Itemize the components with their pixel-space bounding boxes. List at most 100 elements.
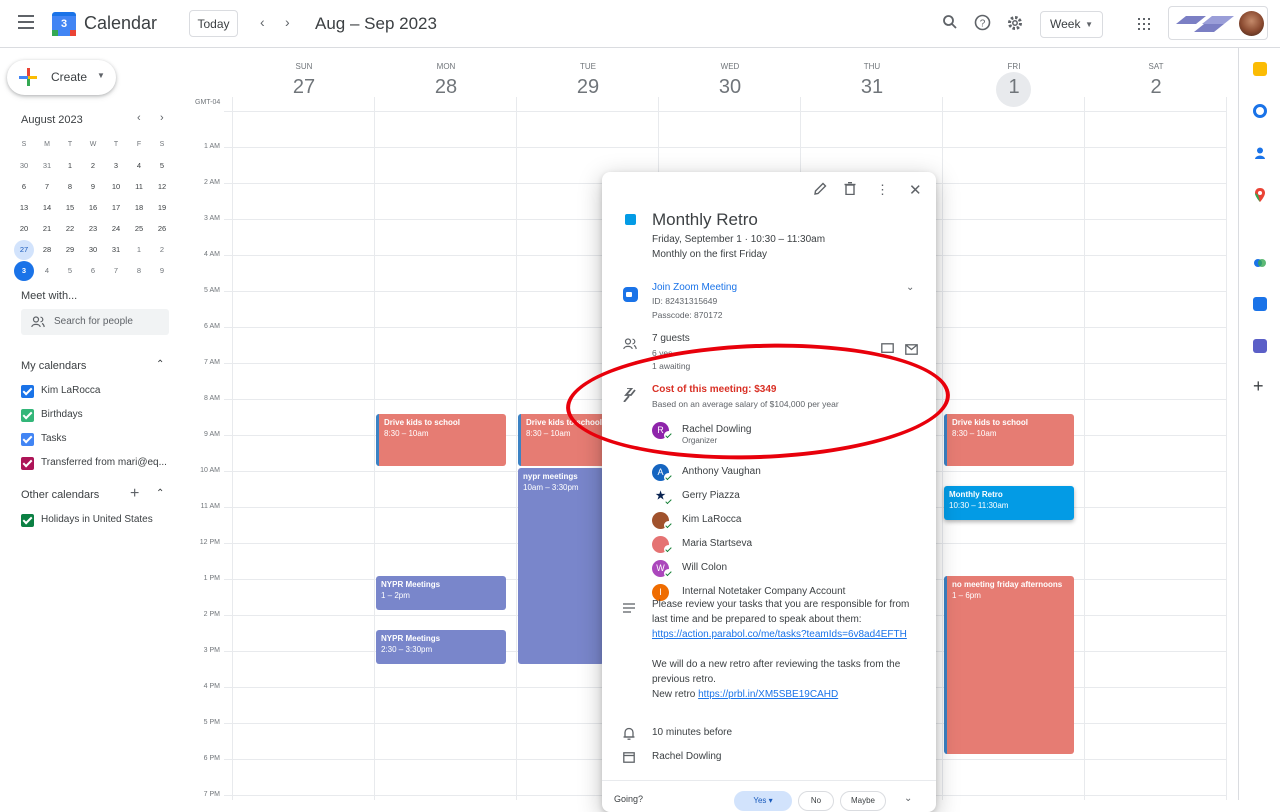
mini-day[interactable]: 31 [106, 240, 126, 260]
mini-day[interactable]: 4 [37, 261, 57, 281]
mini-day[interactable]: 17 [106, 198, 126, 218]
mini-day[interactable]: 14 [37, 198, 57, 218]
mini-day[interactable]: 5 [152, 156, 172, 176]
mini-day[interactable]: 18 [129, 198, 149, 218]
mini-day[interactable]: 3 [14, 261, 34, 281]
mini-day[interactable]: 27 [14, 240, 34, 260]
collapse-other-calendars-icon[interactable]: ⌃ [156, 488, 164, 499]
teams-addon-icon[interactable] [1253, 339, 1267, 353]
mini-day[interactable]: 2 [83, 156, 103, 176]
mini-day[interactable]: 16 [83, 198, 103, 218]
mini-day[interactable]: 3 [106, 156, 126, 176]
new-retro-link[interactable]: https://prbl.in/XM5SBE19CAHD [698, 689, 838, 700]
calendar-event[interactable]: no meeting friday afternoons 1 – 6pm [944, 576, 1074, 754]
delete-trash-icon[interactable] [844, 181, 856, 198]
mini-day[interactable]: 1 [60, 156, 80, 176]
mini-day[interactable]: 25 [129, 219, 149, 239]
mini-day[interactable]: 26 [152, 219, 172, 239]
create-button[interactable]: Create ▼ [7, 60, 116, 95]
mini-day[interactable]: 9 [83, 177, 103, 197]
mini-next-month-icon[interactable]: › [160, 112, 164, 124]
mini-day[interactable]: 2 [152, 240, 172, 260]
my-calendars-title[interactable]: My calendars [21, 360, 86, 372]
calendar-event[interactable]: Drive kids to school 8:30 – 10am [944, 414, 1074, 466]
mini-day[interactable]: 31 [37, 156, 57, 176]
day-number[interactable]: 28 [375, 76, 517, 99]
mini-day[interactable]: 21 [37, 219, 57, 239]
view-selector-dropdown[interactable]: Week ▼ [1040, 11, 1103, 38]
rsvp-maybe-button[interactable]: Maybe [840, 791, 886, 811]
edit-pencil-icon[interactable] [814, 182, 827, 198]
calendar-checkbox[interactable] [21, 514, 34, 527]
main-menu-icon[interactable] [18, 15, 34, 29]
mini-day[interactable]: 30 [14, 156, 34, 176]
calendar-checkbox[interactable] [21, 457, 34, 470]
calendar-event[interactable]: NYPR Meetings 2:30 – 3:30pm [376, 630, 506, 664]
mini-day[interactable]: 29 [60, 240, 80, 260]
mini-day[interactable]: 7 [37, 177, 57, 197]
contacts-icon[interactable] [1253, 146, 1267, 160]
settings-gear-icon[interactable] [1006, 14, 1024, 32]
calendar-event[interactable]: NYPR Meetings 1 – 2pm [376, 576, 506, 610]
tasks-icon[interactable] [1253, 104, 1267, 118]
maps-icon[interactable] [1253, 188, 1267, 202]
mini-day[interactable]: 23 [83, 219, 103, 239]
mini-day[interactable]: 20 [14, 219, 34, 239]
add-other-calendar-icon[interactable]: + [130, 485, 139, 503]
calendar-event[interactable]: Drive kids to school 8:30 – 10am [376, 414, 506, 466]
keep-icon[interactable] [1253, 62, 1267, 76]
join-zoom-link[interactable]: Join Zoom Meeting [652, 282, 737, 293]
mini-day[interactable]: 19 [152, 198, 172, 218]
mini-day[interactable]: 8 [129, 261, 149, 281]
mini-day[interactable]: 4 [129, 156, 149, 176]
mini-day[interactable]: 6 [14, 177, 34, 197]
mini-day[interactable]: 1 [129, 240, 149, 260]
help-icon[interactable]: ? [973, 14, 991, 32]
day-number[interactable]: 27 [233, 76, 375, 99]
mini-day[interactable]: 12 [152, 177, 172, 197]
calendar-checkbox[interactable] [21, 385, 34, 398]
mini-day[interactable]: 15 [60, 198, 80, 218]
expand-conference-chevron-icon[interactable]: ⌄ [906, 282, 914, 293]
close-icon[interactable]: ✕ [909, 181, 922, 199]
mini-day[interactable]: 11 [129, 177, 149, 197]
calendar-checkbox[interactable] [21, 433, 34, 446]
day-number[interactable]: 31 [801, 76, 943, 99]
calendar-event[interactable]: nypr meetings 10am – 3:30pm [518, 468, 604, 664]
day-number[interactable]: 29 [517, 76, 659, 99]
mini-day[interactable]: 13 [14, 198, 34, 218]
email-guests-icon[interactable] [905, 344, 918, 358]
account-switcher[interactable] [1168, 6, 1268, 40]
mini-day[interactable]: 10 [106, 177, 126, 197]
mini-day[interactable]: 5 [60, 261, 80, 281]
rsvp-yes-button[interactable]: Yes ▾ [734, 791, 792, 811]
get-addons-icon[interactable]: + [1253, 376, 1264, 397]
tasks-link[interactable]: https://action.parabol.co/me/tasks?teamI… [652, 629, 907, 640]
mini-day[interactable]: 28 [37, 240, 57, 260]
zoom-addon-icon[interactable] [1253, 297, 1267, 311]
mini-day[interactable]: 22 [60, 219, 80, 239]
search-icon[interactable] [941, 14, 959, 32]
search-people-input[interactable]: Search for people [21, 309, 169, 335]
mini-day[interactable]: 24 [106, 219, 126, 239]
addon-cloud-icon[interactable] [1253, 255, 1267, 269]
mini-day[interactable]: 7 [106, 261, 126, 281]
next-period-icon[interactable]: › [285, 14, 290, 30]
day-number[interactable]: 30 [659, 76, 801, 99]
mini-day[interactable]: 6 [83, 261, 103, 281]
day-number[interactable]: 1 [943, 76, 1085, 99]
rsvp-no-button[interactable]: No [798, 791, 834, 811]
calendar-checkbox[interactable] [21, 409, 34, 422]
rsvp-more-chevron-icon[interactable]: ⌄ [904, 793, 912, 804]
mini-day[interactable]: 9 [152, 261, 172, 281]
more-options-icon[interactable]: ⋮ [876, 182, 889, 198]
calendar-event[interactable]: Monthly Retro 10:30 – 11:30am [944, 486, 1074, 520]
today-button[interactable]: Today [189, 10, 238, 37]
other-calendars-title[interactable]: Other calendars [21, 489, 99, 501]
mini-day[interactable]: 30 [83, 240, 103, 260]
mini-prev-month-icon[interactable]: ‹ [137, 112, 141, 124]
mini-day[interactable]: 8 [60, 177, 80, 197]
google-apps-icon[interactable] [1138, 18, 1150, 30]
day-number[interactable]: 2 [1085, 76, 1227, 99]
collapse-my-calendars-icon[interactable]: ⌃ [156, 359, 164, 370]
